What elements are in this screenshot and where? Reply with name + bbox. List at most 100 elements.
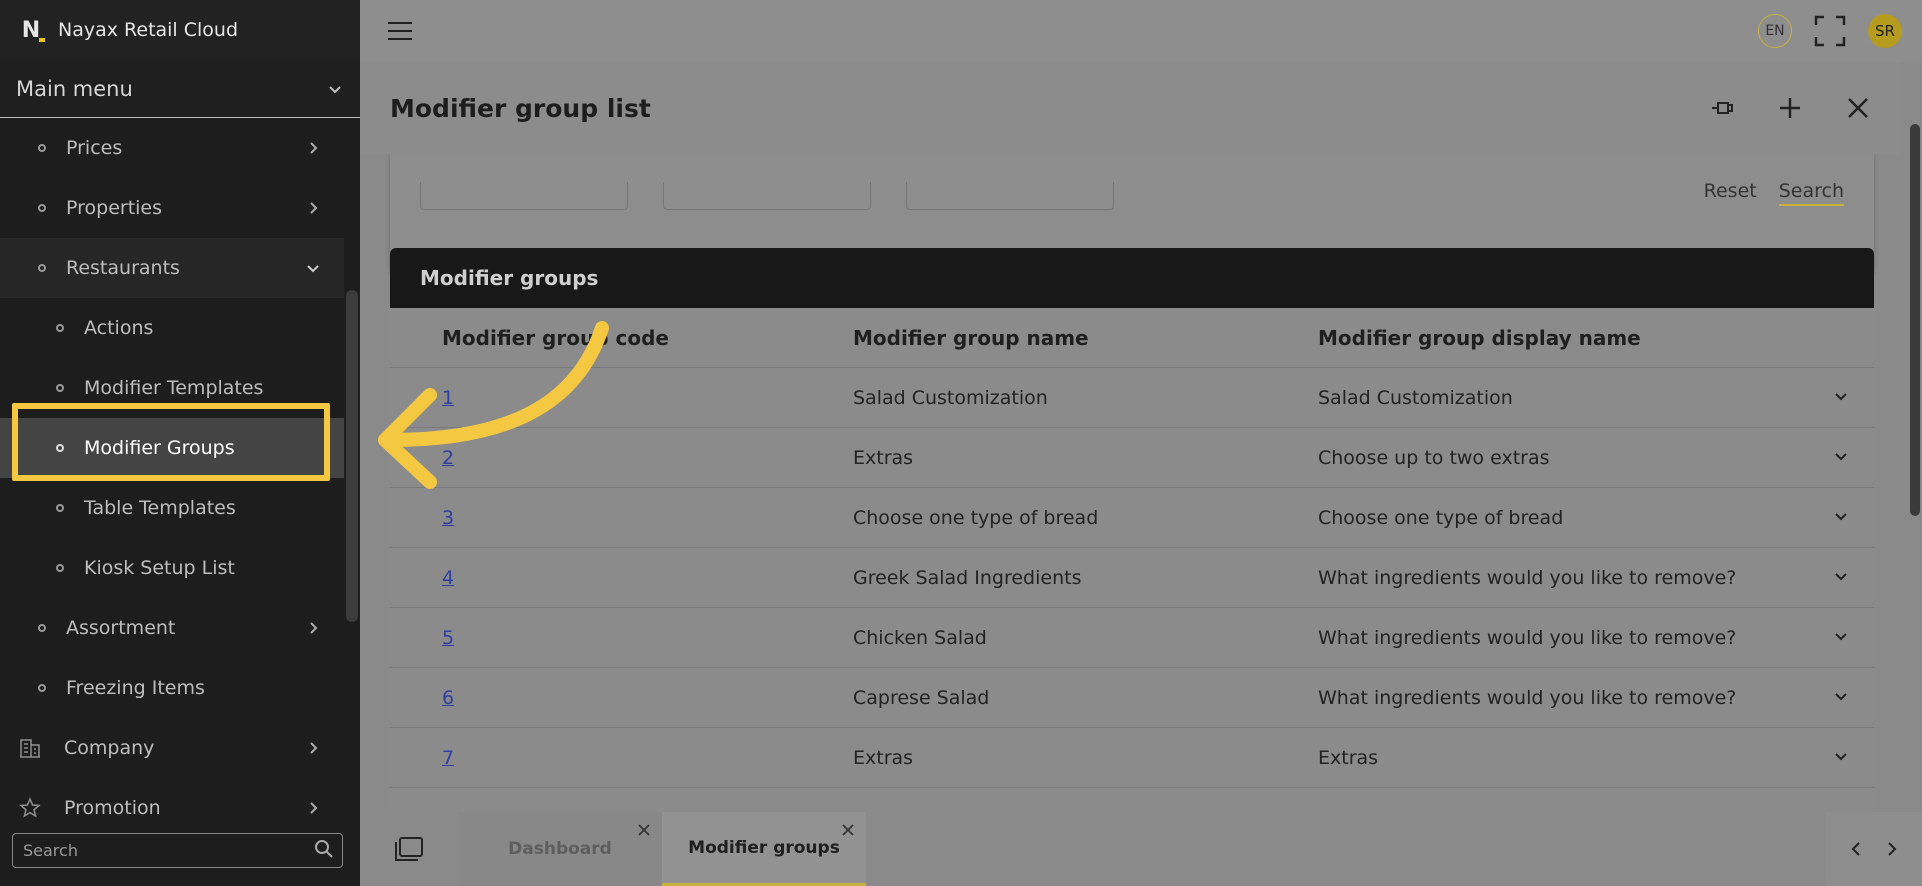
- scrollbar-thumb[interactable]: [1910, 124, 1920, 516]
- fullscreen-icon[interactable]: [1814, 15, 1846, 47]
- search-icon[interactable]: [314, 839, 334, 863]
- sidebar-item-label: Freezing Items: [66, 677, 205, 699]
- sidebar-item-label: Promotion: [64, 797, 161, 818]
- name-cell: Salad Customization: [853, 386, 1048, 409]
- code-link[interactable]: 5: [442, 627, 454, 649]
- name-cell: Choose one type of bread: [853, 506, 1099, 529]
- display-name-cell: Choose up to two extras: [1318, 446, 1550, 469]
- display-name-cell: What ingredients would you like to remov…: [1318, 626, 1737, 649]
- name-cell: Chicken Salad: [853, 626, 987, 649]
- sidebar-scrollbar[interactable]: [346, 290, 358, 622]
- language-selector[interactable]: EN: [1758, 14, 1792, 48]
- close-icon[interactable]: [1844, 94, 1872, 122]
- search-button[interactable]: Search: [1778, 180, 1844, 206]
- main-content: Modifier group list Reset Search Modifie…: [360, 62, 1922, 818]
- sidebar-item-prices[interactable]: Prices: [0, 118, 344, 178]
- table-row[interactable]: 1 Salad Customization Salad Customizatio…: [390, 368, 1874, 428]
- sidebar-item-promotion[interactable]: Promotion: [0, 778, 344, 818]
- content-scrollbar[interactable]: [1908, 62, 1922, 812]
- close-icon[interactable]: [840, 822, 856, 838]
- table-header-row: Modifier group code Modifier group name …: [390, 308, 1874, 368]
- table-title: Modifier groups: [390, 248, 1874, 308]
- hamburger-menu-icon[interactable]: [388, 22, 412, 40]
- tab-navigation: [1826, 812, 1922, 886]
- chevron-right-icon: [304, 739, 322, 757]
- building-icon: [18, 736, 42, 760]
- sidebar-search-input[interactable]: [23, 841, 303, 860]
- bullet-icon: [38, 204, 46, 212]
- name-cell: Extras: [853, 446, 914, 469]
- reset-button[interactable]: Reset: [1704, 180, 1757, 206]
- bullet-icon: [38, 684, 46, 692]
- sidebar-item-assortment[interactable]: Assortment: [0, 598, 344, 658]
- column-header[interactable]: Modifier group name: [853, 326, 1318, 350]
- sidebar-item-table-templates[interactable]: Table Templates: [0, 478, 344, 538]
- sidebar-item-label: Table Templates: [84, 497, 236, 519]
- code-link[interactable]: 3: [442, 507, 454, 529]
- main-menu-toggle[interactable]: Main menu: [0, 60, 360, 118]
- windows-icon[interactable]: [394, 836, 424, 862]
- chevron-down-icon: [326, 80, 344, 98]
- filter-field[interactable]: [906, 182, 1114, 210]
- bullet-icon: [56, 564, 64, 572]
- code-link[interactable]: 7: [442, 747, 454, 769]
- chevron-down-icon[interactable]: [1833, 567, 1849, 589]
- chevron-left-icon[interactable]: [1847, 840, 1865, 858]
- name-cell: Greek Salad Ingredients: [853, 566, 1082, 589]
- sidebar-item-label: Kiosk Setup List: [84, 557, 235, 579]
- tab-dashboard[interactable]: Dashboard: [458, 812, 662, 886]
- filter-field[interactable]: [663, 182, 871, 210]
- sidebar-item-label: Modifier Templates: [84, 377, 264, 399]
- chevron-down-icon[interactable]: [1833, 747, 1849, 769]
- name-cell: Extras: [853, 746, 914, 769]
- sidebar-item-label: Actions: [84, 317, 154, 339]
- sidebar-item-freezing-items[interactable]: Freezing Items: [0, 658, 344, 718]
- table-row[interactable]: 7 Extras Extras: [390, 728, 1874, 788]
- sidebar-item-label: Restaurants: [66, 257, 180, 279]
- tab-modifier-groups[interactable]: Modifier groups: [662, 812, 866, 886]
- close-icon[interactable]: [636, 822, 652, 838]
- code-link[interactable]: 6: [442, 687, 454, 709]
- sidebar-search: [12, 833, 343, 868]
- chevron-down-icon: [304, 259, 322, 277]
- chevron-down-icon[interactable]: [1833, 447, 1849, 469]
- sidebar-item-restaurants[interactable]: Restaurants: [0, 238, 344, 298]
- page-title: Modifier group list: [390, 93, 651, 123]
- column-header[interactable]: Modifier group code: [390, 326, 853, 350]
- bullet-icon: [56, 324, 64, 332]
- table-row[interactable]: 2 Extras Choose up to two extras: [390, 428, 1874, 488]
- star-icon: [18, 796, 42, 818]
- brand[interactable]: N Nayax Retail Cloud: [0, 0, 360, 60]
- avatar[interactable]: SR: [1868, 14, 1902, 48]
- name-cell: Caprese Salad: [853, 686, 990, 709]
- sidebar-item-properties[interactable]: Properties: [0, 178, 344, 238]
- tab-label: Modifier groups: [688, 837, 840, 858]
- chevron-right-icon[interactable]: [1883, 840, 1901, 858]
- brand-logo: N: [21, 17, 45, 43]
- code-link[interactable]: 1: [442, 387, 454, 409]
- add-icon[interactable]: [1776, 94, 1804, 122]
- code-link[interactable]: 2: [442, 447, 454, 469]
- sidebar-item-label: Prices: [66, 137, 123, 159]
- chevron-down-icon[interactable]: [1833, 507, 1849, 529]
- chevron-down-icon[interactable]: [1833, 687, 1849, 709]
- main-menu-label: Main menu: [16, 76, 133, 101]
- filter-field[interactable]: [420, 182, 628, 210]
- chevron-right-icon: [304, 139, 322, 157]
- chevron-down-icon[interactable]: [1833, 627, 1849, 649]
- table-row[interactable]: 4 Greek Salad Ingredients What ingredien…: [390, 548, 1874, 608]
- display-name-cell: Extras: [1318, 746, 1379, 769]
- sidebar-item-actions[interactable]: Actions: [0, 298, 344, 358]
- table-row[interactable]: 6 Caprese Salad What ingredients would y…: [390, 668, 1874, 728]
- chevron-right-icon: [304, 799, 322, 817]
- chevron-down-icon[interactable]: [1833, 387, 1849, 409]
- pin-icon[interactable]: [1708, 94, 1736, 122]
- column-header[interactable]: Modifier group display name: [1318, 326, 1808, 350]
- code-link[interactable]: 4: [442, 567, 454, 589]
- sidebar-item-kiosk-setup-list[interactable]: Kiosk Setup List: [0, 538, 344, 598]
- sidebar-item-company[interactable]: Company: [0, 718, 344, 778]
- highlight-annotation: [12, 403, 330, 481]
- table-row[interactable]: 5 Chicken Salad What ingredients would y…: [390, 608, 1874, 668]
- table-row[interactable]: 3 Choose one type of bread Choose one ty…: [390, 488, 1874, 548]
- bullet-icon: [38, 264, 46, 272]
